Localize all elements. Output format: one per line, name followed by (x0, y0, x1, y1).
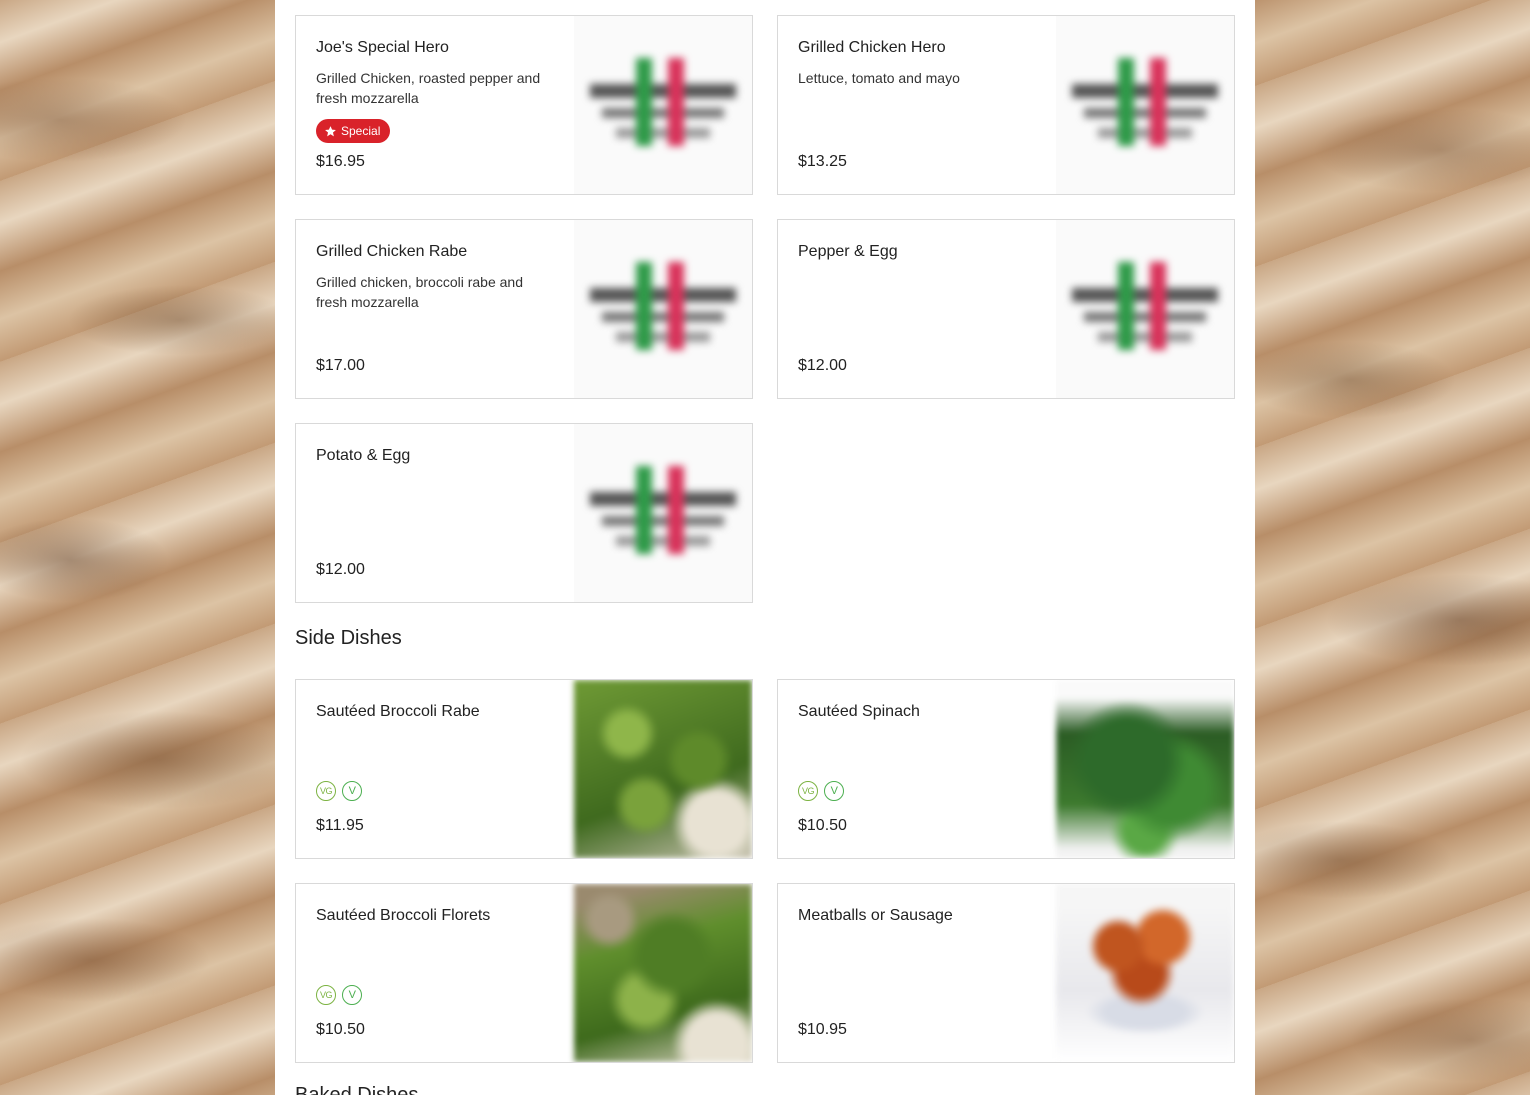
menu-item-price: $10.50 (798, 817, 847, 834)
restaurant-logo-image[interactable] (574, 16, 752, 194)
menu-item-price: $12.00 (316, 561, 365, 578)
menu-item-card[interactable]: Grilled Chicken Hero Lettuce, tomato and… (777, 15, 1235, 195)
menu-item-info: Sautéed Broccoli Rabe VG V $11.95 (316, 680, 556, 858)
menu-item-card[interactable]: Sautéed Broccoli Florets VG V $10.50 (295, 883, 753, 1063)
menu-page: Joe's Special Hero Grilled Chicken, roas… (275, 0, 1255, 1095)
menu-item-info: Grilled Chicken Rabe Grilled chicken, br… (316, 220, 556, 398)
menu-item-card[interactable]: Meatballs or Sausage $10.95 (777, 883, 1235, 1063)
menu-item-card[interactable]: Pepper & Egg $12.00 (777, 219, 1235, 399)
vegan-icon: VG (798, 781, 818, 801)
vegetarian-icon: V (824, 781, 844, 801)
menu-item-price: $10.95 (798, 1021, 847, 1038)
menu-item-name: Pepper & Egg (798, 243, 898, 260)
vegetarian-icon: V (342, 781, 362, 801)
menu-item-price: $12.00 (798, 357, 847, 374)
menu-item-info: Potato & Egg $12.00 (316, 424, 556, 602)
menu-item-name: Sautéed Spinach (798, 703, 920, 720)
menu-item-card[interactable]: Potato & Egg $12.00 (295, 423, 753, 603)
menu-item-price: $16.95 (316, 153, 365, 170)
vegetarian-icon: V (342, 985, 362, 1005)
menu-item-card[interactable]: Joe's Special Hero Grilled Chicken, roas… (295, 15, 753, 195)
menu-item-name: Joe's Special Hero (316, 39, 449, 56)
special-badge-label: Special (341, 124, 381, 138)
restaurant-logo-image[interactable] (574, 424, 752, 602)
meatballs-photo[interactable] (1056, 884, 1234, 1062)
restaurant-logo-image[interactable] (1056, 16, 1234, 194)
menu-item-info: Sautéed Broccoli Florets VG V $10.50 (316, 884, 556, 1062)
menu-item-description: Lettuce, tomato and mayo (798, 70, 960, 86)
menu-item-info: Grilled Chicken Hero Lettuce, tomato and… (798, 16, 1038, 194)
menu-item-name: Sautéed Broccoli Florets (316, 907, 491, 924)
star-icon (325, 125, 336, 136)
vegan-icon: VG (316, 781, 336, 801)
menu-item-price: $13.25 (798, 153, 847, 170)
menu-item-info: Sautéed Spinach VG V $10.50 (798, 680, 1038, 858)
diet-tags: VG V (798, 781, 844, 801)
section-title-baked-dishes: Baked Dishes (295, 1084, 419, 1095)
menu-item-info: Pepper & Egg $12.00 (798, 220, 1038, 398)
menu-item-name: Grilled Chicken Rabe (316, 243, 468, 260)
menu-item-description: Grilled chicken, broccoli rabe and fresh… (316, 274, 523, 310)
section-title-side-dishes: Side Dishes (295, 627, 402, 649)
menu-item-card[interactable]: Sautéed Broccoli Rabe VG V $11.95 (295, 679, 753, 859)
spinach-photo[interactable] (1056, 680, 1234, 858)
menu-item-name: Grilled Chicken Hero (798, 39, 946, 56)
restaurant-logo-image[interactable] (574, 220, 752, 398)
menu-item-name: Meatballs or Sausage (798, 907, 953, 924)
vegan-icon: VG (316, 985, 336, 1005)
broccoli-florets-photo[interactable] (574, 884, 752, 1062)
diet-tags: VG V (316, 985, 362, 1005)
menu-item-info: Meatballs or Sausage $10.95 (798, 884, 1038, 1062)
menu-item-card[interactable]: Sautéed Spinach VG V $10.50 (777, 679, 1235, 859)
broccoli-rabe-photo[interactable] (574, 680, 752, 858)
menu-item-price: $10.50 (316, 1021, 365, 1038)
restaurant-logo-image[interactable] (1056, 220, 1234, 398)
menu-item-name: Potato & Egg (316, 447, 411, 464)
menu-item-description: Grilled Chicken, roasted pepper and fres… (316, 70, 541, 106)
menu-item-price: $17.00 (316, 357, 365, 374)
menu-item-info: Joe's Special Hero Grilled Chicken, roas… (316, 16, 556, 194)
diet-tags: VG V (316, 781, 362, 801)
special-badge: Special (316, 119, 391, 143)
menu-item-price: $11.95 (316, 817, 364, 834)
menu-item-card[interactable]: Grilled Chicken Rabe Grilled chicken, br… (295, 219, 753, 399)
menu-item-name: Sautéed Broccoli Rabe (316, 703, 480, 720)
